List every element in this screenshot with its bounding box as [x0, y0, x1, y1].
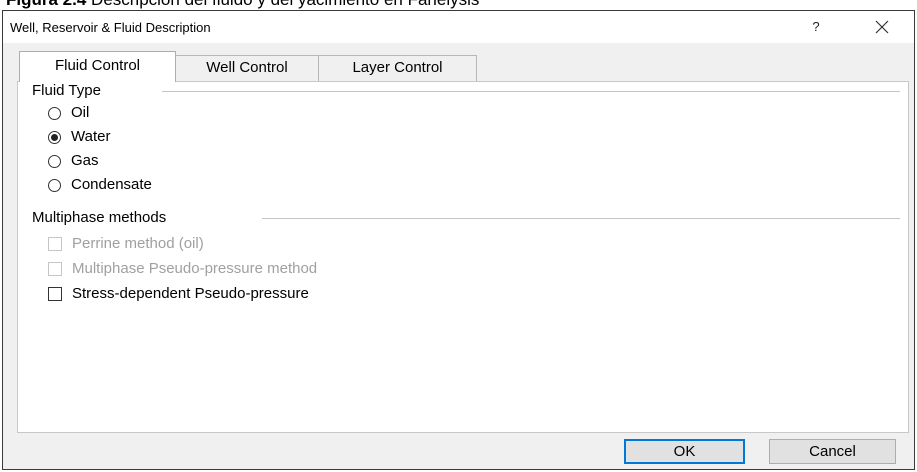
- fluid-type-divider: [162, 91, 900, 92]
- figure-caption-number: Figura 2.4: [6, 0, 86, 9]
- condensate-label: Condensate: [71, 176, 152, 193]
- ok-button[interactable]: OK: [624, 439, 745, 464]
- window-title: Well, Reservoir & Fluid Description: [10, 20, 211, 35]
- multiphase-pseudo-pressure-checkbox: [48, 262, 62, 276]
- help-button[interactable]: ?: [793, 11, 839, 43]
- oil-radio[interactable]: [48, 106, 61, 120]
- multiphase-group-label: Multiphase methods: [32, 209, 171, 227]
- multiphase-divider: [262, 218, 900, 219]
- water-radio[interactable]: [48, 130, 61, 144]
- perrine-label: Perrine method (oil): [72, 235, 204, 252]
- stress-dependent-checkbox[interactable]: [48, 287, 62, 301]
- stress-dependent-label: Stress-dependent Pseudo-pressure: [72, 285, 309, 302]
- figure-caption: Figura 2.4 Descripción del fluido y del …: [6, 0, 479, 9]
- multiphase-option-perrine: Perrine method (oil): [48, 234, 204, 254]
- title-bar: Well, Reservoir & Fluid Description ?: [3, 11, 914, 43]
- fluid-control-panel: Fluid Type Oil Water Gas Condensate Mult…: [17, 81, 909, 433]
- fluid-option-water[interactable]: Water: [48, 127, 110, 147]
- multiphase-option-stress-dependent[interactable]: Stress-dependent Pseudo-pressure: [48, 284, 309, 304]
- water-label: Water: [71, 128, 111, 145]
- perrine-checkbox: [48, 237, 62, 251]
- oil-label: Oil: [71, 104, 90, 121]
- fluid-option-gas[interactable]: Gas: [48, 151, 99, 171]
- cancel-button[interactable]: Cancel: [769, 439, 896, 464]
- figure-caption-text: Descripción del fluido y del yacimiento …: [86, 0, 479, 9]
- condensate-radio[interactable]: [48, 178, 61, 192]
- multiphase-option-pseudo-pressure: Multiphase Pseudo-pressure method: [48, 259, 317, 279]
- multiphase-pseudo-pressure-label: Multiphase Pseudo-pressure method: [72, 260, 318, 277]
- tab-fluid-control[interactable]: Fluid Control: [19, 51, 176, 82]
- fluid-option-oil[interactable]: Oil: [48, 103, 89, 123]
- fluid-description-dialog: Well, Reservoir & Fluid Description ? Fl…: [2, 10, 915, 470]
- close-icon: [875, 20, 889, 34]
- tab-layer-control[interactable]: Layer Control: [318, 55, 477, 81]
- fluid-option-condensate[interactable]: Condensate: [48, 175, 152, 195]
- close-button[interactable]: [859, 11, 905, 43]
- gas-label: Gas: [71, 152, 99, 169]
- fluid-type-group-label: Fluid Type: [32, 82, 105, 100]
- tab-well-control[interactable]: Well Control: [175, 55, 319, 81]
- gas-radio[interactable]: [48, 154, 61, 168]
